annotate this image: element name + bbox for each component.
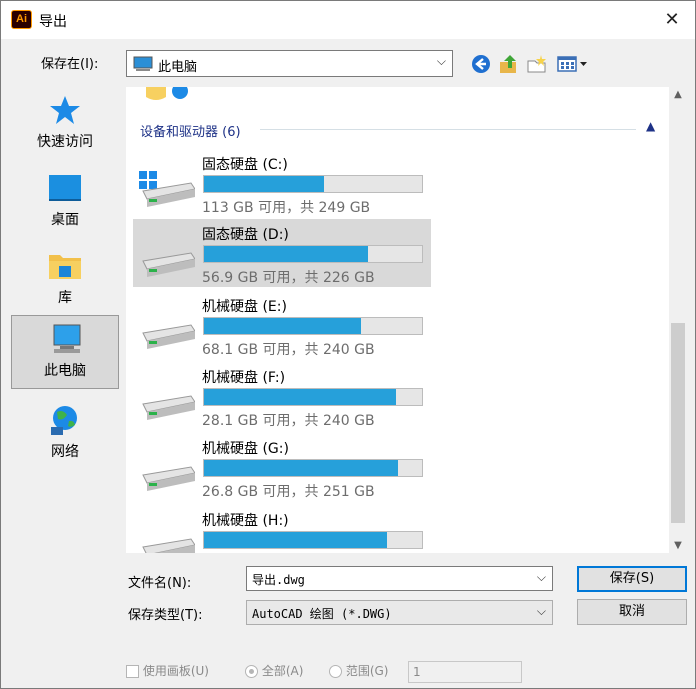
drive-item[interactable]: 固态硬盘 (C:) 113 GB 可用，共 249 GB — [133, 149, 431, 217]
range-option[interactable]: 范围(G) — [329, 662, 389, 679]
hard-drive-icon — [142, 466, 195, 491]
range-radio[interactable] — [329, 665, 342, 678]
windows-drive-icon — [139, 171, 195, 207]
drive-item[interactable]: 机械硬盘 (F:) 28.1 GB 可用，共 240 GB — [133, 362, 431, 430]
chevron-down-icon[interactable]: ⌵ — [537, 570, 546, 585]
hard-drive-icon — [142, 395, 195, 420]
file-name-label: 文件名(N): — [128, 576, 192, 591]
drive-name: 固态硬盘 (C:) — [202, 157, 288, 173]
all-radio[interactable] — [245, 665, 258, 678]
file-type-value: AutoCAD 绘图 (*.DWG) — [252, 607, 392, 621]
drive-usage-bar — [203, 175, 423, 193]
hard-drive-icon — [142, 324, 195, 349]
hard-drive-icon — [142, 252, 195, 277]
places-bar: 快速访问 桌面 库 此电脑 网络 — [9, 87, 121, 557]
place-label: 此电脑 — [44, 363, 86, 379]
drive-usage-bar — [203, 317, 423, 335]
all-option[interactable]: 全部(A) — [245, 662, 303, 679]
scroll-up-arrow-icon[interactable]: ▲ — [669, 89, 687, 100]
place-library[interactable]: 库 — [11, 243, 119, 317]
drive-usage-bar — [203, 388, 423, 406]
use-artboards-option[interactable]: 使用画板(U) — [126, 662, 209, 679]
place-quick-access[interactable]: 快速访问 — [11, 87, 119, 161]
save-in-label: 保存在(I): — [41, 57, 99, 72]
drive-item[interactable]: 机械硬盘 (H:) — [133, 505, 431, 553]
use-artboards-label: 使用画板(U) — [142, 664, 209, 678]
illustrator-app-icon: Ai — [11, 10, 32, 29]
partial-item-icon — [146, 87, 188, 100]
up-folder-icon[interactable] — [498, 53, 520, 75]
usage-fill — [204, 318, 361, 334]
cancel-button[interactable]: 取消 — [577, 599, 687, 625]
drive-usage-bar — [203, 531, 423, 549]
usage-fill — [204, 532, 388, 548]
drive-item[interactable]: 机械硬盘 (G:) 26.8 GB 可用，共 251 GB — [133, 433, 431, 501]
new-folder-icon[interactable] — [526, 53, 548, 75]
export-dialog: Ai 导出 ✕ 保存在(I): 此电脑 ⌵ 快速访问 桌面 库 此电脑 网络 设… — [0, 0, 696, 689]
file-name-value: 导出.dwg — [252, 573, 305, 587]
all-label: 全部(A) — [261, 664, 304, 678]
collapse-caret-icon[interactable]: ▲ — [646, 119, 655, 133]
view-menu-icon[interactable] — [557, 53, 591, 75]
drive-usage-text: 113 GB 可用，共 249 GB — [202, 200, 371, 216]
drive-item[interactable]: 固态硬盘 (D:) 56.9 GB 可用，共 226 GB — [133, 219, 431, 287]
hard-drive-icon — [142, 538, 195, 553]
save-in-value: 此电脑 — [158, 60, 198, 75]
computer-icon — [133, 56, 153, 71]
use-artboards-checkbox[interactable] — [126, 665, 139, 678]
place-label: 桌面 — [51, 212, 79, 228]
drive-usage-text: 26.8 GB 可用，共 251 GB — [202, 484, 375, 500]
title-bar: Ai 导出 ✕ — [1, 1, 695, 39]
network-globe-icon — [51, 406, 77, 435]
desktop-icon — [49, 175, 81, 201]
drive-name: 机械硬盘 (E:) — [202, 299, 287, 315]
window-title: 导出 — [39, 14, 67, 30]
file-type-dropdown[interactable]: AutoCAD 绘图 (*.DWG) ⌵ — [246, 600, 553, 625]
range-input[interactable]: 1 — [408, 661, 522, 683]
drive-usage-text: 28.1 GB 可用，共 240 GB — [202, 413, 375, 429]
file-list[interactable]: 设备和驱动器 (6) ▲ 固态硬盘 (C:) 113 GB 可用，共 249 G… — [126, 87, 687, 553]
drive-name: 机械硬盘 (F:) — [202, 370, 286, 386]
drive-usage-bar — [203, 245, 423, 263]
place-desktop[interactable]: 桌面 — [11, 165, 119, 239]
drive-name: 固态硬盘 (D:) — [202, 227, 289, 243]
drive-usage-text: 56.9 GB 可用，共 226 GB — [202, 270, 375, 286]
usage-fill — [204, 389, 396, 405]
file-type-label: 保存类型(T): — [128, 608, 203, 623]
usage-fill — [204, 176, 324, 192]
drive-name: 机械硬盘 (H:) — [202, 513, 289, 529]
save-button[interactable]: 保存(S) — [577, 566, 687, 592]
save-in-dropdown[interactable]: 此电脑 ⌵ — [126, 50, 453, 77]
place-label: 网络 — [51, 444, 79, 460]
drive-item[interactable]: 机械硬盘 (E:) 68.1 GB 可用，共 240 GB — [133, 291, 431, 359]
chevron-down-icon: ⌵ — [436, 54, 446, 68]
file-name-input[interactable]: 导出.dwg ⌵ — [246, 566, 553, 591]
library-folder-icon — [49, 255, 81, 279]
star-icon — [50, 96, 80, 124]
back-arrow-icon[interactable] — [470, 53, 492, 75]
place-this-pc[interactable]: 此电脑 — [11, 315, 119, 389]
drive-usage-bar — [203, 459, 423, 477]
place-label: 快速访问 — [37, 134, 93, 150]
drive-name: 机械硬盘 (G:) — [202, 441, 289, 457]
group-header-devices[interactable]: 设备和驱动器 (6) — [140, 121, 241, 140]
group-divider — [260, 129, 636, 130]
close-button[interactable]: ✕ — [649, 1, 695, 39]
place-label: 库 — [58, 290, 72, 306]
usage-fill — [204, 460, 399, 476]
scroll-down-arrow-icon[interactable]: ▼ — [669, 540, 687, 551]
computer-icon — [53, 324, 81, 353]
chevron-down-icon: ⌵ — [536, 604, 546, 618]
range-label: 范围(G) — [345, 664, 389, 678]
place-network[interactable]: 网络 — [11, 397, 119, 471]
usage-fill — [204, 246, 368, 262]
scroll-thumb[interactable] — [671, 323, 685, 523]
vertical-scrollbar[interactable]: ▲ ▼ — [669, 87, 687, 553]
drive-usage-text: 68.1 GB 可用，共 240 GB — [202, 342, 375, 358]
